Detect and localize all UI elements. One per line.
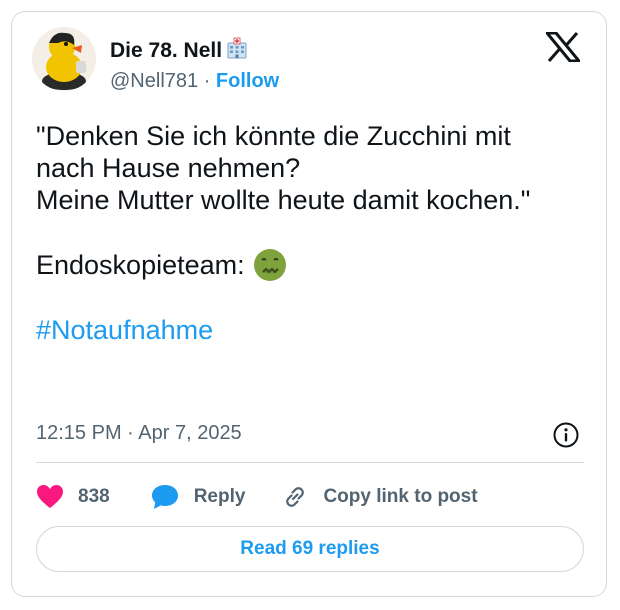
author-name-text[interactable]: Die 78. Nell [110, 39, 222, 63]
read-replies-button[interactable]: Read 69 replies [36, 526, 584, 572]
reply-button[interactable]: Reply [150, 483, 246, 511]
tweet-line: "Denken Sie ich könnte die Zucchini mit … [36, 121, 511, 183]
hospital-icon [225, 36, 249, 66]
author-name[interactable]: Die 78. Nell [110, 36, 249, 66]
tweet-text: "Denken Sie ich könnte die Zucchini mit … [36, 120, 576, 346]
nauseated-face-icon [253, 248, 287, 282]
reply-bubble-icon [151, 485, 178, 509]
tweet-timestamp[interactable]: 12:15 PM · Apr 7, 2025 [36, 422, 242, 445]
copy-link-button[interactable]: Copy link to post [281, 483, 478, 511]
x-logo-icon[interactable] [543, 31, 583, 63]
divider [36, 462, 584, 463]
avatar[interactable] [32, 27, 96, 91]
reply-label: Reply [193, 486, 246, 507]
like-count: 838 [78, 486, 110, 507]
hashtag-link[interactable]: #Notaufnahme [36, 314, 576, 346]
handle-row: @Nell781 · Follow [110, 70, 279, 93]
follow-button[interactable]: Follow [216, 70, 279, 92]
info-icon[interactable] [552, 421, 580, 449]
heart-icon [37, 485, 63, 508]
action-bar: 838 Reply Copy link to post [36, 480, 478, 514]
link-icon [286, 487, 305, 507]
author-handle[interactable]: @Nell781 [110, 70, 198, 92]
handle-separator: · [203, 70, 211, 92]
copy-link-label: Copy link to post [323, 486, 478, 507]
tweet-line: Meine Mutter wollte heute damit kochen." [36, 185, 531, 215]
tweet-line-endoskopie: Endoskopieteam: [36, 248, 576, 282]
tweet-line-text: Endoskopieteam: [36, 250, 245, 280]
like-button[interactable]: 838 [36, 484, 110, 510]
